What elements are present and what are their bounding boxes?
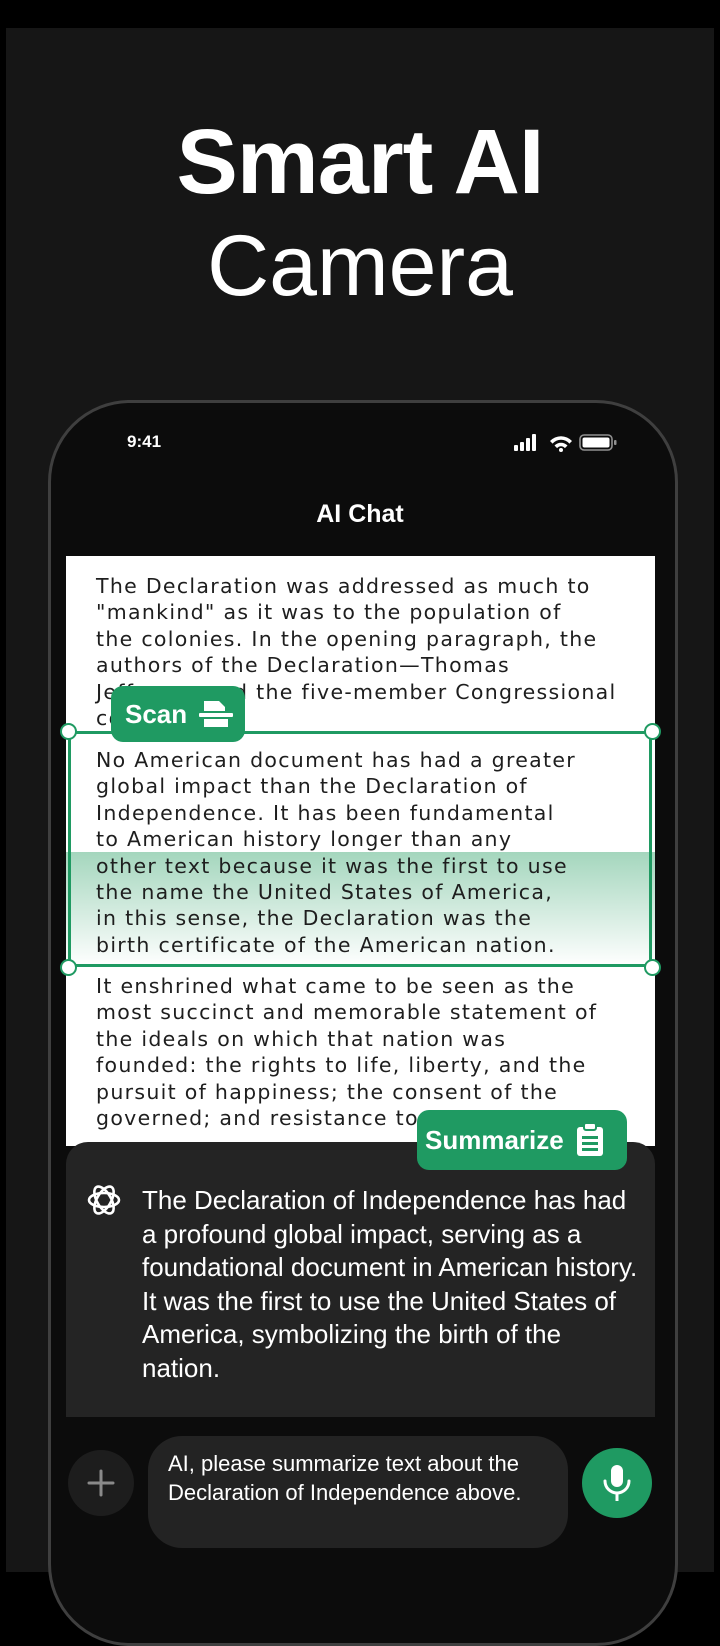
selection-handle-top-left[interactable]	[60, 723, 77, 740]
clipboard-icon	[576, 1123, 603, 1156]
status-icons	[514, 434, 617, 452]
add-attachment-button[interactable]	[68, 1450, 134, 1516]
voice-input-button[interactable]	[582, 1448, 652, 1518]
headline-line-2: Camera	[207, 218, 513, 314]
scan-button[interactable]: Scan	[111, 686, 245, 742]
microphone-icon	[603, 1465, 631, 1501]
selection-handle-top-right[interactable]	[644, 723, 661, 740]
wifi-icon	[550, 436, 572, 452]
scanner-icon	[199, 701, 234, 727]
battery-icon	[579, 434, 617, 451]
headline-line-1: Smart AI	[176, 111, 545, 213]
promo-headline: Smart AI Camera	[0, 110, 720, 318]
ai-assistant-icon	[87, 1185, 121, 1215]
plus-icon	[87, 1469, 115, 1497]
ai-response-text: The Declaration of Independence has had …	[142, 1185, 638, 1383]
document-paragraph-3: It enshrined what came to be seen as the…	[96, 974, 598, 1131]
summarize-button-label: Summarize	[425, 1124, 564, 1155]
cellular-signal-icon	[514, 434, 536, 451]
message-input-text[interactable]: AI, please summarize text about the Decl…	[168, 1450, 548, 1507]
summarize-button[interactable]: Summarize	[417, 1110, 627, 1170]
status-time: 9:41	[127, 432, 162, 451]
selection-handle-bottom-right[interactable]	[644, 959, 661, 976]
selection-handle-bottom-left[interactable]	[60, 959, 77, 976]
chat-title: AI Chat	[316, 500, 404, 528]
scan-button-label: Scan	[125, 698, 188, 729]
scan-selection-box[interactable]	[68, 731, 652, 967]
